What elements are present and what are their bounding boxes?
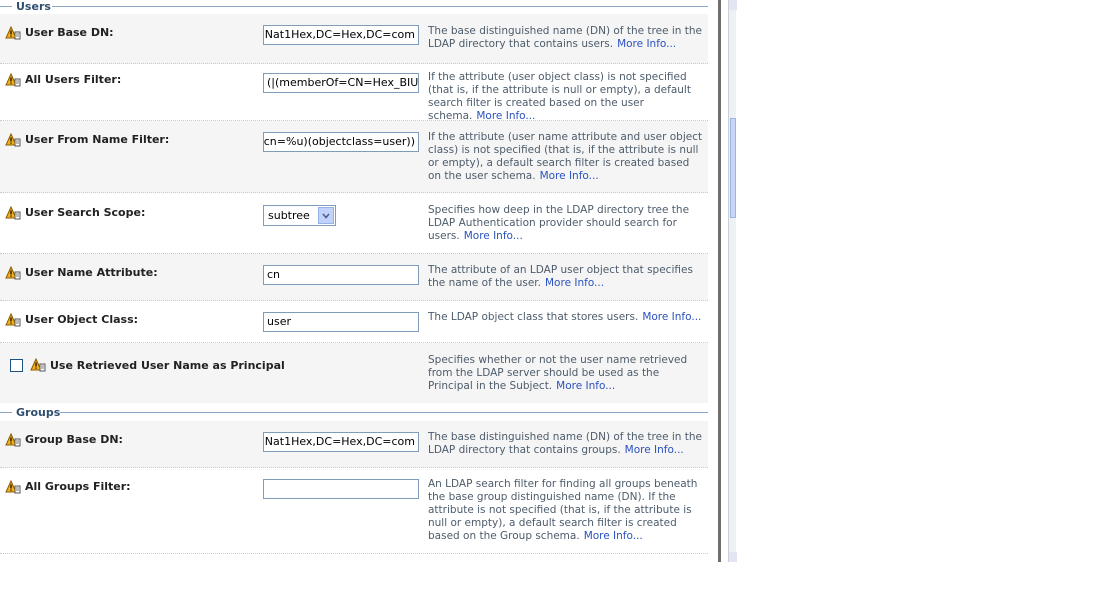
chevron-down-icon[interactable] [318, 207, 334, 224]
user-name-attribute-input[interactable]: cn [263, 265, 419, 285]
all-users-filter-label: All Users Filter: [25, 73, 122, 86]
user-name-attribute-description: The attribute of an LDAP user object tha… [428, 264, 693, 289]
warning-lock-icon [5, 266, 21, 280]
user-name-attribute-label: User Name Attribute: [25, 266, 158, 279]
all-groups-filter-description: An LDAP search filter for finding all gr… [428, 478, 698, 542]
warning-lock-icon [5, 206, 21, 220]
warning-lock-icon [5, 480, 21, 494]
warning-lock-icon [30, 358, 46, 372]
user-from-name-filter-description: If the attribute (user name attribute an… [428, 131, 703, 182]
warning-lock-icon [5, 26, 21, 40]
group-base-dn-description: The base distinguished name (DN) of the … [428, 431, 703, 456]
user-object-class-input[interactable]: user [263, 312, 419, 332]
group-base-dn-more-info-link[interactable]: More Info... [625, 444, 684, 456]
scroll-up-icon[interactable] [729, 0, 737, 10]
user-from-name-filter-label: User From Name Filter: [25, 133, 170, 146]
warning-lock-icon [5, 433, 21, 447]
user-base-dn-input[interactable]: OU=Nat1Hex,DC=Hex,DC=com [263, 25, 419, 45]
scroll-down-icon[interactable] [729, 552, 737, 562]
user-from-name-filter-more-info-link[interactable]: More Info... [540, 170, 599, 182]
row-all-users-filter: All Users Filter: (|(memberOf=CN=Hex_BIU… [0, 64, 708, 122]
all-groups-filter-label: All Groups Filter: [25, 480, 131, 493]
user-search-scope-description: Specifies how deep in the LDAP directory… [428, 204, 690, 242]
row-use-retrieved-user-name: Use Retrieved User Name as Principal Spe… [0, 343, 708, 403]
user-object-class-description: The LDAP object class that stores users.… [428, 311, 702, 323]
use-retrieved-user-name-checkbox[interactable] [10, 359, 23, 372]
row-user-search-scope: User Search Scope: subtree Specifies how… [0, 193, 708, 254]
section-title-users: Users [16, 0, 54, 13]
window-divider [718, 0, 721, 562]
use-retrieved-user-name-more-info-link[interactable]: More Info... [556, 380, 615, 392]
row-user-object-class: User Object Class: user The LDAP object … [0, 301, 708, 343]
user-object-class-more-info-link[interactable]: More Info... [642, 311, 701, 323]
all-groups-filter-more-info-link[interactable]: More Info... [584, 530, 643, 542]
all-groups-filter-input[interactable] [263, 479, 419, 499]
group-base-dn-input[interactable]: OU=Nat1Hex,DC=Hex,DC=com [263, 432, 419, 452]
warning-lock-icon [5, 313, 21, 327]
section-header-users: Users [0, 0, 708, 14]
section-title-groups: Groups [16, 406, 64, 419]
section-header-groups: Groups [0, 406, 708, 420]
all-users-filter-description: If the attribute (user object class) is … [428, 71, 691, 122]
ldap-users-groups-panel: Users User Base DN: OU=Nat1Hex,DC=Hex,DC… [0, 0, 708, 560]
row-group-base-dn: Group Base DN: OU=Nat1Hex,DC=Hex,DC=com … [0, 421, 708, 468]
row-user-base-dn: User Base DN: OU=Nat1Hex,DC=Hex,DC=com T… [0, 14, 708, 64]
vertical-scrollbar[interactable] [728, 0, 737, 562]
row-user-from-name-filter: User From Name Filter: (&(cn=%u)(objectc… [0, 121, 708, 193]
all-users-filter-input[interactable]: (|(memberOf=CN=Hex_BIUsers [263, 73, 419, 93]
scrollbar-thumb[interactable] [730, 118, 736, 218]
user-search-scope-label: User Search Scope: [25, 206, 146, 219]
user-name-attribute-more-info-link[interactable]: More Info... [545, 277, 604, 289]
use-retrieved-user-name-description: Specifies whether or not the user name r… [428, 354, 688, 392]
user-base-dn-more-info-link[interactable]: More Info... [617, 38, 676, 50]
user-object-class-label: User Object Class: [25, 313, 139, 326]
user-search-scope-more-info-link[interactable]: More Info... [464, 230, 523, 242]
warning-lock-icon [5, 133, 21, 147]
user-base-dn-label: User Base DN: [25, 26, 114, 39]
user-base-dn-description: The base distinguished name (DN) of the … [428, 25, 703, 50]
user-from-name-filter-input[interactable]: (&(cn=%u)(objectclass=user)) [263, 132, 419, 152]
user-search-scope-select[interactable]: subtree [263, 205, 336, 226]
user-search-scope-value: subtree [268, 209, 310, 222]
group-base-dn-label: Group Base DN: [25, 433, 123, 446]
row-user-name-attribute: User Name Attribute: cn The attribute of… [0, 254, 708, 301]
row-all-groups-filter: All Groups Filter: An LDAP search filter… [0, 468, 708, 554]
warning-lock-icon [5, 73, 21, 87]
use-retrieved-user-name-label: Use Retrieved User Name as Principal [50, 359, 285, 372]
